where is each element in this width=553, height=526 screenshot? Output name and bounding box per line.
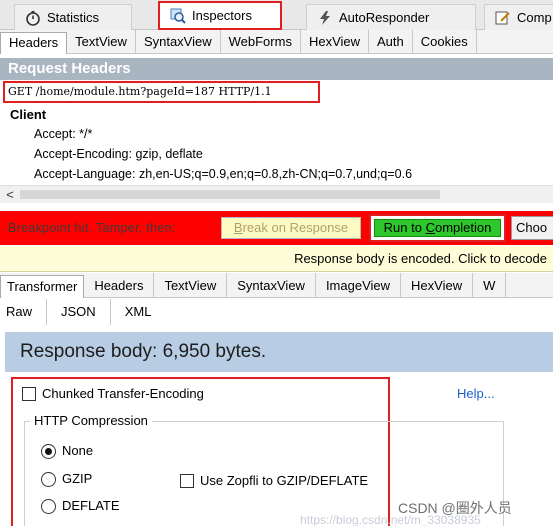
compression-gzip-label[interactable]: GZIP: [62, 471, 92, 486]
breakpoint-bar: Breakpoint hit. Tamper, then: Break on R…: [0, 211, 553, 245]
lightning-icon: [317, 10, 333, 26]
request-tab-textview[interactable]: TextView: [67, 30, 136, 54]
request-tab-syntaxview[interactable]: SyntaxView: [136, 30, 221, 54]
break-on-response-label: Break on Response: [233, 220, 349, 235]
header-group-client[interactable]: Client: [10, 107, 46, 122]
format-tab-json[interactable]: JSON: [47, 299, 111, 325]
header-accept-encoding[interactable]: Accept-Encoding: gzip, deflate: [34, 147, 203, 161]
stopwatch-icon: [25, 10, 41, 26]
format-tab-raw[interactable]: Raw: [0, 299, 48, 325]
compose-pencil-icon: [495, 10, 511, 26]
http-compression-title: HTTP Compression: [30, 413, 152, 428]
break-on-response-button[interactable]: Break on Response: [221, 217, 361, 239]
choose-response-dropdown[interactable]: Choo: [511, 216, 553, 240]
tab-autoresponder-label: AutoResponder: [339, 10, 430, 25]
chunked-encoding-checkbox[interactable]: [22, 387, 36, 401]
response-tab-w[interactable]: W: [473, 273, 507, 298]
response-body-size: Response body: 6,950 bytes.: [5, 332, 553, 372]
compression-none-label[interactable]: None: [62, 443, 93, 458]
tab-statistics-label: Statistics: [47, 10, 100, 25]
request-view-tabs: Headers TextView SyntaxView WebForms Hex…: [0, 30, 553, 54]
tab-inspectors-label: Inspectors: [192, 8, 252, 23]
compression-gzip-radio[interactable]: [41, 472, 56, 487]
request-line[interactable]: GET /home/module.htm?pageId=187 HTTP/1.1: [3, 81, 320, 103]
request-tab-cookies[interactable]: Cookies: [413, 30, 477, 54]
request-tab-webforms[interactable]: WebForms: [221, 30, 301, 54]
run-to-completion-highlight: Run to Completion: [369, 214, 506, 242]
request-tab-hexview[interactable]: HexView: [301, 30, 370, 54]
tab-composer-label: Comp: [517, 10, 552, 25]
magnifier-icon: [170, 8, 186, 24]
request-tab-headers[interactable]: Headers: [0, 32, 68, 54]
csdn-watermark: CSDN @圈外人员: [398, 500, 512, 516]
breakpoint-message: Breakpoint hit. Tamper, then:: [8, 221, 176, 235]
zopfli-label[interactable]: Use Zopfli to GZIP/DEFLATE: [200, 473, 368, 488]
response-tab-textview[interactable]: TextView: [154, 273, 228, 298]
response-tab-imageview[interactable]: ImageView: [316, 273, 402, 298]
tab-inspectors[interactable]: Inspectors: [158, 1, 282, 30]
request-headers-title: Request Headers: [0, 58, 553, 80]
horizontal-scrollbar[interactable]: <: [0, 185, 553, 203]
response-tab-hexview[interactable]: HexView: [401, 273, 474, 298]
compression-deflate-label[interactable]: DEFLATE: [62, 498, 120, 513]
run-to-completion-button[interactable]: Run to Completion: [374, 219, 501, 237]
compression-deflate-radio[interactable]: [41, 499, 56, 514]
header-accept-language[interactable]: Accept-Language: zh,en-US;q=0.9,en;q=0.8…: [34, 167, 412, 181]
tab-autoresponder[interactable]: AutoResponder: [306, 4, 476, 30]
scroll-left-arrow-icon[interactable]: <: [2, 186, 18, 203]
response-tab-syntaxview[interactable]: SyntaxView: [227, 273, 316, 298]
response-tab-headers[interactable]: Headers: [84, 273, 155, 298]
header-accept[interactable]: Accept: */*: [34, 127, 92, 141]
format-tabs: Raw JSON XML: [0, 299, 553, 325]
tab-statistics[interactable]: Statistics: [14, 4, 132, 30]
response-tab-transformer[interactable]: Transformer: [0, 275, 85, 298]
chunked-encoding-label[interactable]: Chunked Transfer-Encoding: [42, 386, 204, 401]
help-link[interactable]: Help...: [457, 386, 495, 401]
scrollbar-thumb[interactable]: [20, 190, 440, 199]
request-tab-auth[interactable]: Auth: [369, 30, 413, 54]
format-tab-xml[interactable]: XML: [111, 299, 166, 325]
decode-notice-bar[interactable]: Response body is encoded. Click to decod…: [0, 246, 553, 272]
compression-none-radio[interactable]: [41, 444, 56, 459]
tab-composer[interactable]: Comp: [484, 4, 553, 30]
top-tab-strip: Statistics Inspectors AutoResponder Comp: [0, 0, 553, 30]
response-view-tabs: Transformer Headers TextView SyntaxView …: [0, 273, 553, 298]
zopfli-checkbox[interactable]: [180, 474, 194, 488]
